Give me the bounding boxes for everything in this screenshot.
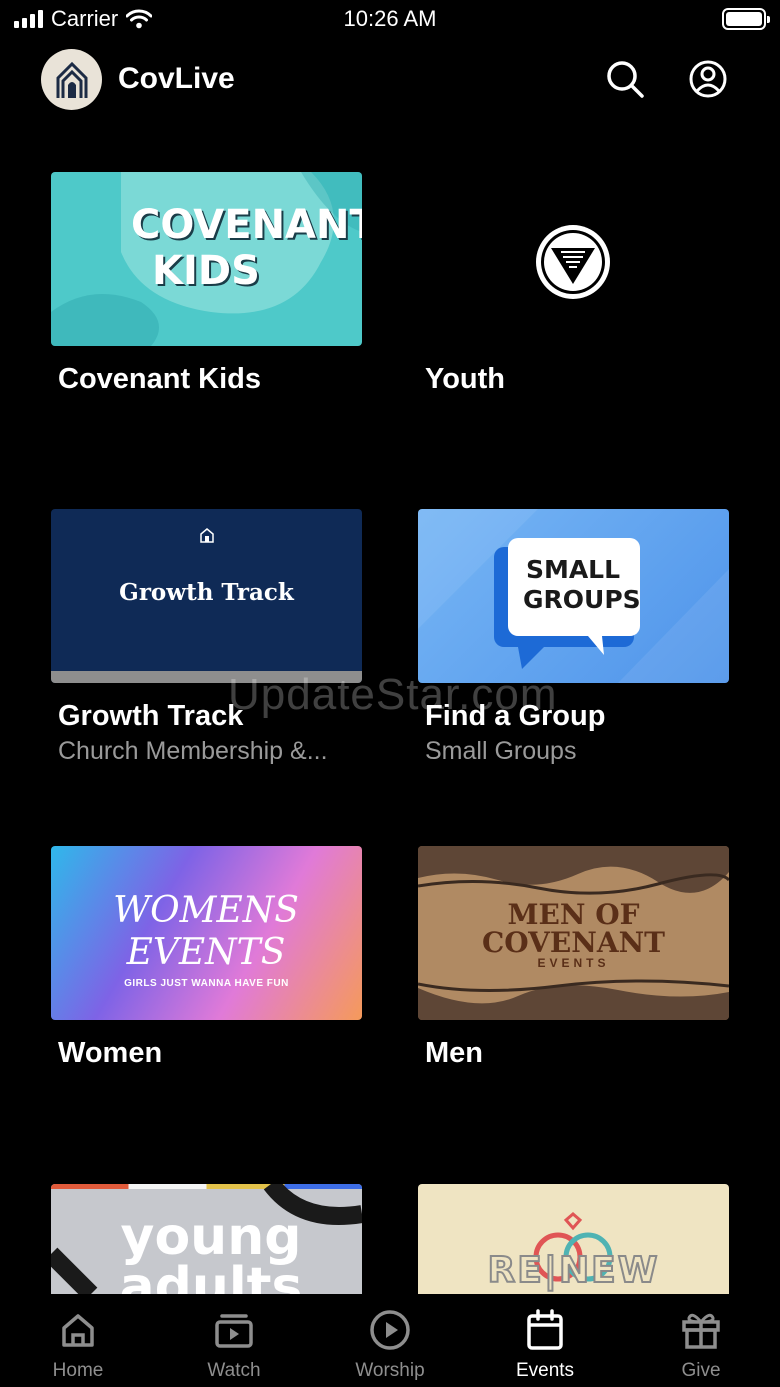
card-title: Youth bbox=[425, 363, 505, 395]
status-bar: Carrier 10:26 AM bbox=[0, 0, 780, 40]
small-groups-thumbnail: SMALL GROUPS bbox=[418, 509, 729, 683]
status-time: 10:26 AM bbox=[343, 6, 437, 31]
card-subtitle: Small Groups bbox=[425, 737, 577, 765]
play-circle-icon bbox=[370, 1310, 410, 1350]
search-button[interactable] bbox=[604, 58, 646, 100]
men-events-label: EVENTS bbox=[537, 956, 610, 970]
men-of-covenant-thumb-text: MEN OF COVENANT bbox=[482, 898, 665, 959]
card-title: Women bbox=[58, 1037, 163, 1069]
tab-label: Watch bbox=[207, 1360, 261, 1381]
tab-label: Worship bbox=[355, 1360, 425, 1381]
growth-track-thumbnail: Growth Track bbox=[51, 509, 362, 683]
home-icon bbox=[62, 1314, 94, 1347]
tab-worship[interactable]: Worship bbox=[330, 1308, 450, 1382]
card-find-a-group[interactable]: SMALL GROUPS Find a Group Small Groups bbox=[418, 509, 729, 766]
church-small-icon bbox=[200, 528, 214, 543]
young-adults-thumbnail: young adults bbox=[51, 1184, 362, 1294]
search-icon bbox=[607, 61, 644, 98]
card-growth-track[interactable]: Growth Track Growth Track Church Members… bbox=[51, 509, 362, 766]
renew-thumb-text: RE|NEW bbox=[487, 1249, 660, 1292]
covenant-kids-thumb-text: COVENANT KIDS bbox=[131, 202, 362, 294]
young-adults-thumb-text: young adults bbox=[119, 1207, 303, 1294]
womens-events-thumb-text: WOMENS EVENTS bbox=[113, 890, 299, 973]
app-title: CovLive bbox=[118, 62, 235, 95]
card-renew[interactable]: RE|NEW bbox=[418, 1184, 729, 1294]
card-covenant-kids[interactable]: COVENANT KIDS Covenant Kids bbox=[51, 172, 362, 396]
calendar-icon bbox=[527, 1309, 563, 1350]
youth-logo-icon bbox=[536, 225, 610, 299]
renew-thumbnail: RE|NEW bbox=[418, 1184, 729, 1294]
small-groups-thumb-text: SMALL GROUPS bbox=[523, 555, 641, 614]
card-young-adults[interactable]: young adults bbox=[51, 1184, 362, 1294]
men-of-covenant-thumbnail: MEN OF COVENANT EVENTS bbox=[418, 846, 729, 1020]
card-title: Covenant Kids bbox=[58, 363, 262, 395]
watch-icon bbox=[215, 1314, 253, 1348]
gift-icon bbox=[682, 1313, 720, 1349]
covenant-kids-thumbnail: COVENANT KIDS bbox=[51, 172, 362, 346]
account-button[interactable] bbox=[687, 58, 729, 100]
tab-label: Home bbox=[52, 1360, 104, 1381]
youth-thumbnail bbox=[418, 172, 729, 346]
growth-track-thumb-text: Growth Track bbox=[119, 579, 294, 606]
womens-events-thumbnail: WOMENS EVENTS GIRLS JUST WANNA HAVE FUN bbox=[51, 846, 362, 1020]
card-men[interactable]: MEN OF COVENANT EVENTS Men bbox=[418, 846, 729, 1070]
church-logo-icon[interactable] bbox=[41, 49, 102, 110]
card-subtitle: Church Membership &... bbox=[58, 737, 328, 765]
tab-bar: Home Watch Worship Events Give bbox=[0, 1294, 780, 1387]
tab-watch[interactable]: Watch bbox=[174, 1308, 294, 1382]
tab-label: Events bbox=[515, 1360, 575, 1381]
card-title: Men bbox=[425, 1037, 483, 1069]
womens-events-tagline: GIRLS JUST WANNA HAVE FUN bbox=[124, 978, 289, 989]
card-youth[interactable]: Youth bbox=[418, 172, 729, 396]
card-women[interactable]: WOMENS EVENTS GIRLS JUST WANNA HAVE FUN … bbox=[51, 846, 362, 1070]
tab-events[interactable]: Events bbox=[485, 1308, 605, 1382]
tab-label: Give bbox=[681, 1360, 721, 1381]
app-header: CovLive bbox=[0, 46, 780, 114]
account-icon bbox=[689, 60, 727, 98]
battery-icon bbox=[722, 8, 770, 30]
tab-give[interactable]: Give bbox=[641, 1308, 761, 1382]
watermark: UpdateStar.com bbox=[228, 670, 558, 719]
tab-home[interactable]: Home bbox=[18, 1308, 138, 1382]
